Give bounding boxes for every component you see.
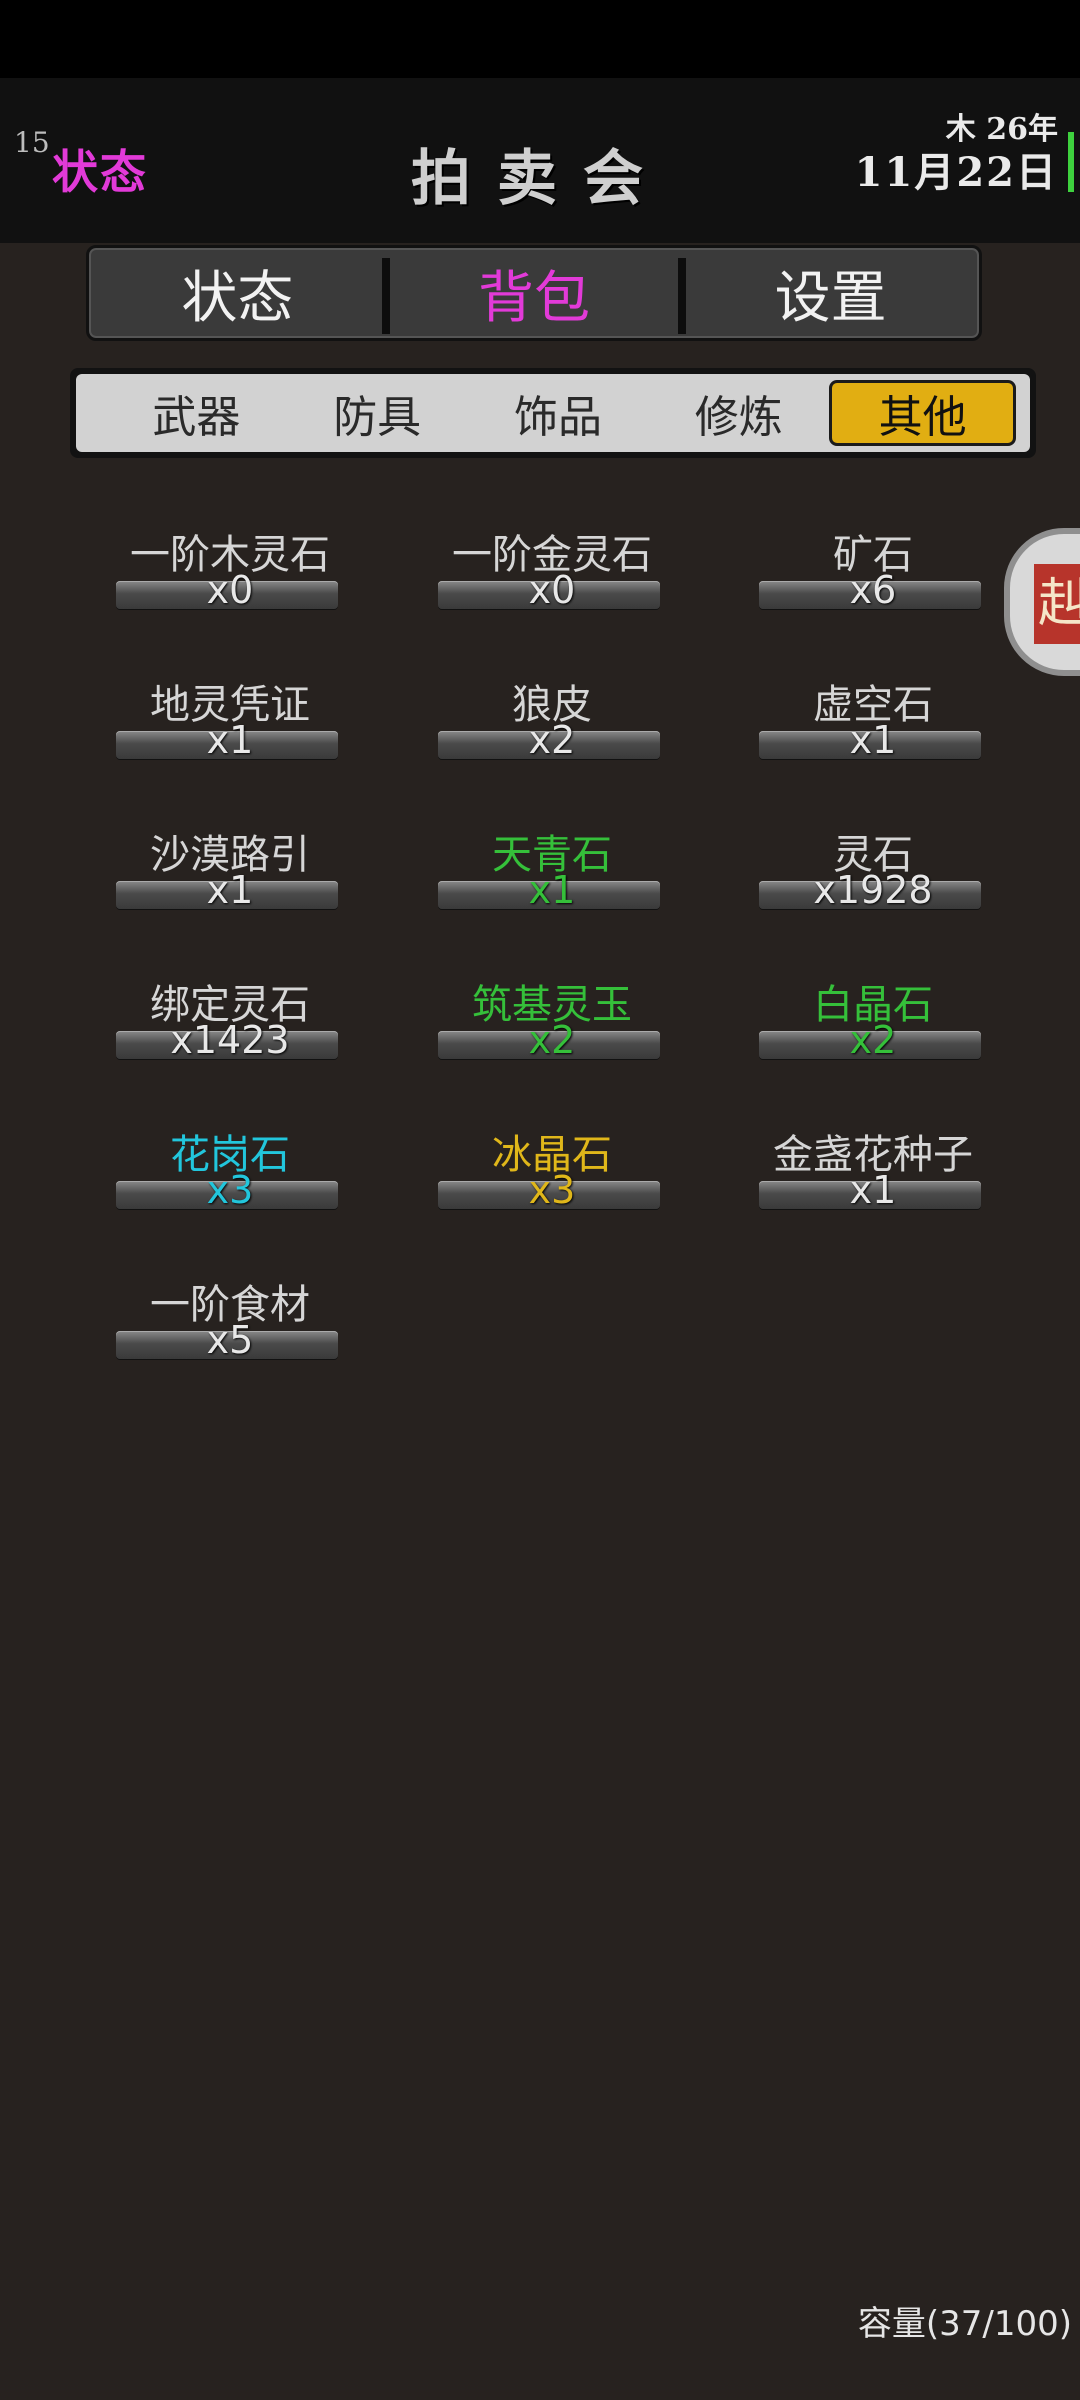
inventory-item[interactable]: 一阶金灵石 x0 [432,514,672,614]
item-quantity: x1423 [170,1018,290,1062]
inventory-item[interactable]: 矿石 x6 [753,514,993,614]
inventory-item[interactable]: 狼皮 x2 [432,664,672,764]
game-date: 木 26年 11月22日 [855,112,1058,198]
inventory-item[interactable]: 花岗石 x3 [110,1114,350,1214]
item-quantity: x5 [206,1318,254,1362]
inventory-item[interactable]: 绑定灵石 x1423 [110,964,350,1064]
inventory-item[interactable]: 冰晶石 x3 [432,1114,672,1214]
inventory-item[interactable]: 地灵凭证 x1 [110,664,350,764]
inventory-item[interactable]: 一阶木灵石 x0 [110,514,350,614]
inventory-item[interactable]: 一阶食材 x5 [110,1264,350,1364]
game-header: 15 状态 拍卖会 木 26年 11月22日 [0,78,1080,243]
category-tab-bar: 武器 防具 饰品 修炼 其他 [70,368,1036,458]
energy-indicator [1068,132,1074,192]
system-status-bar [0,0,1080,78]
tab-status[interactable]: 状态 [89,248,386,338]
inventory-item[interactable]: 金盏花种子 x1 [753,1114,993,1214]
tab-settings[interactable]: 设置 [678,248,979,338]
item-quantity: x1 [849,1168,897,1212]
tab-other[interactable]: 其他 [829,380,1016,446]
inventory-item[interactable]: 白晶石 x2 [753,964,993,1064]
item-quantity: x1 [849,718,897,762]
tab-backpack[interactable]: 背包 [381,248,683,338]
seal-icon: 赳 [1034,564,1080,644]
date-month-day: 11月22日 [854,149,1058,196]
tab-accessories[interactable]: 饰品 [468,380,649,446]
inventory-item[interactable]: 天青石 x1 [432,814,672,914]
tab-weapons[interactable]: 武器 [106,380,287,446]
item-quantity: x2 [849,1018,897,1062]
item-quantity: x1 [206,718,254,762]
item-quantity: x0 [528,568,576,612]
inventory-item[interactable]: 虚空石 x1 [753,664,993,764]
item-quantity: x3 [528,1168,576,1212]
item-quantity: x6 [849,568,897,612]
main-tab-bar: 状态 背包 设置 [86,245,982,341]
item-quantity: x0 [206,568,254,612]
tab-cultivation[interactable]: 修炼 [648,380,829,446]
tab-armor[interactable]: 防具 [287,380,468,446]
item-quantity: x1928 [813,868,933,912]
item-quantity: x2 [528,718,576,762]
inventory-item[interactable]: 灵石 x1928 [753,814,993,914]
inventory-item[interactable]: 筑基灵玉 x2 [432,964,672,1064]
date-year: 木 26年 [945,112,1058,147]
inventory-item[interactable]: 沙漠路引 x1 [110,814,350,914]
item-quantity: x3 [206,1168,254,1212]
item-quantity: x1 [206,868,254,912]
inventory-capacity: 容量(37/100) [857,2304,1072,2344]
item-quantity: x2 [528,1018,576,1062]
item-quantity: x1 [528,868,576,912]
